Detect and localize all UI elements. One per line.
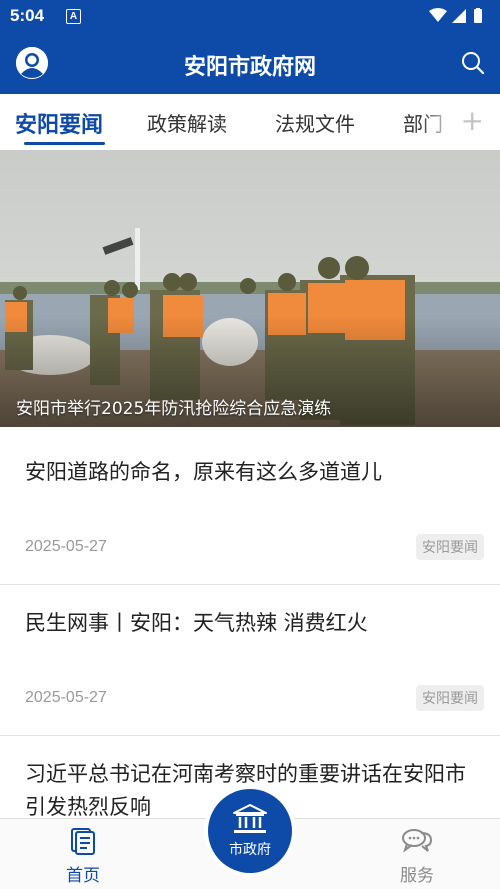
banner-caption: 安阳市举行2025年防汛抢险综合应急演练 bbox=[16, 399, 332, 419]
government-building-icon bbox=[233, 804, 267, 833]
wifi-icon bbox=[429, 8, 447, 22]
status-bar: 5:04 A bbox=[0, 0, 500, 32]
news-title: 安阳道路的命名，原来有这么多道道儿 bbox=[25, 460, 382, 484]
notification-icon: A bbox=[66, 9, 81, 24]
home-document-icon bbox=[71, 828, 95, 855]
add-tab-button[interactable]: + bbox=[461, 104, 484, 137]
banner-photo bbox=[0, 150, 500, 427]
news-category-tag: 安阳要闻 bbox=[416, 685, 484, 711]
category-tabs: 安阳要闻 政策解读 法规文件 部门 + bbox=[0, 94, 500, 150]
nav-home[interactable]: 首页 bbox=[33, 819, 133, 889]
nav-service-label: 服务 bbox=[400, 866, 434, 886]
status-time: 5:04 bbox=[10, 6, 45, 25]
news-date: 2025-05-27 bbox=[25, 689, 107, 706]
battery-icon bbox=[474, 9, 482, 23]
tab-policy-interpretation[interactable]: 政策解读 bbox=[147, 108, 227, 137]
government-center-button[interactable]: 市政府 bbox=[208, 789, 292, 873]
signal-icon bbox=[452, 9, 466, 23]
news-list-item[interactable]: 民生网事丨安阳：天气热辣 消费红火 2025-05-27 安阳要闻 bbox=[0, 585, 500, 735]
chat-bubbles-icon bbox=[402, 829, 433, 853]
app-bar: 安阳市政府网 bbox=[0, 32, 500, 94]
status-icons bbox=[428, 8, 488, 28]
news-list-item[interactable]: 安阳道路的命名，原来有这么多道道儿 2025-05-27 安阳要闻 bbox=[0, 427, 500, 584]
nav-service[interactable]: 服务 bbox=[367, 819, 467, 889]
search-icon bbox=[462, 52, 485, 75]
news-title: 民生网事丨安阳：天气热辣 消费红火 bbox=[25, 611, 368, 635]
news-date: 2025-05-27 bbox=[25, 538, 107, 555]
center-button-label: 市政府 bbox=[229, 842, 271, 858]
news-category-tag: 安阳要闻 bbox=[416, 534, 484, 560]
active-tab-indicator bbox=[24, 142, 105, 145]
page-title: 安阳市政府网 bbox=[183, 54, 316, 80]
tab-regulations[interactable]: 法规文件 bbox=[275, 108, 355, 137]
tab-anyang-news[interactable]: 安阳要闻 bbox=[15, 107, 103, 139]
nav-home-label: 首页 bbox=[66, 866, 100, 886]
headline-banner[interactable]: 安阳市举行2025年防汛抢险综合应急演练 bbox=[0, 150, 500, 427]
search-button[interactable] bbox=[460, 50, 486, 76]
